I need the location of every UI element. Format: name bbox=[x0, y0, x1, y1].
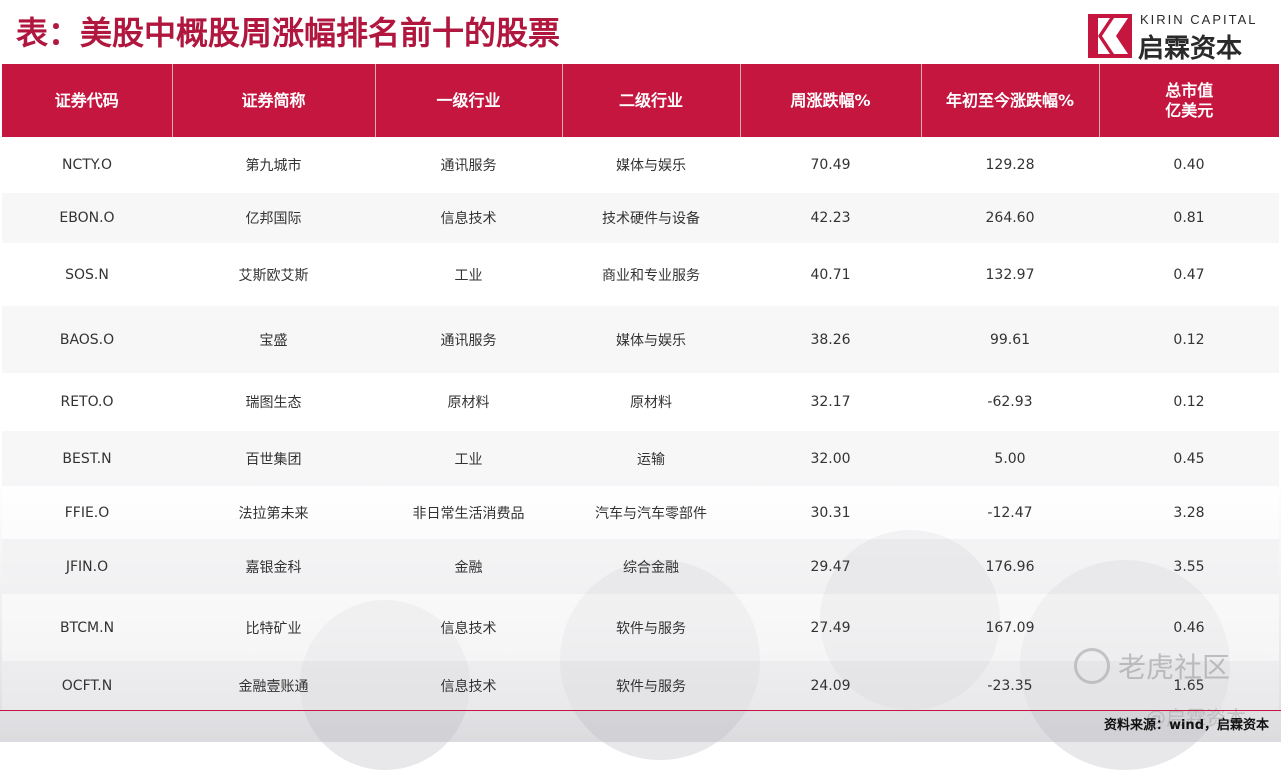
cell-code: OCFT.N bbox=[2, 661, 172, 711]
cell-name: 百世集团 bbox=[172, 431, 375, 486]
kirin-logo-icon bbox=[1088, 14, 1132, 58]
cell-primary-industry: 原材料 bbox=[375, 373, 562, 431]
cell-secondary-industry: 技术硬件与设备 bbox=[562, 193, 740, 243]
logo-chinese-name: 启霖资本 bbox=[1138, 34, 1243, 64]
cell-weekly-change: 40.71 bbox=[740, 243, 921, 306]
cell-secondary-industry: 软件与服务 bbox=[562, 594, 740, 661]
company-logo: KIRIN CAPITAL 启霖资本 bbox=[1088, 12, 1268, 64]
cell-weekly-change: 30.31 bbox=[740, 486, 921, 539]
cell-primary-industry: 信息技术 bbox=[375, 594, 562, 661]
cell-secondary-industry: 媒体与娱乐 bbox=[562, 137, 740, 193]
header-security-code: 证券代码 bbox=[2, 64, 173, 137]
table-row: RETO.O 瑞图生态 原材料 原材料 32.17 -62.93 0.12 bbox=[2, 373, 1279, 431]
cell-primary-industry: 工业 bbox=[375, 431, 562, 486]
cell-ytd-change: 132.97 bbox=[921, 243, 1099, 306]
cell-name: 艾斯欧艾斯 bbox=[172, 243, 375, 306]
cell-ytd-change: 167.09 bbox=[921, 594, 1099, 661]
cell-ytd-change: 5.00 bbox=[921, 431, 1099, 486]
source-note: 资料来源：wind，启霖资本 bbox=[1103, 718, 1269, 733]
cell-ytd-change: 176.96 bbox=[921, 539, 1099, 594]
cell-secondary-industry: 商业和专业服务 bbox=[562, 243, 740, 306]
cell-secondary-industry: 运输 bbox=[562, 431, 740, 486]
cell-name: 宝盛 bbox=[172, 306, 375, 373]
watermark: 老虎社区 bbox=[1074, 646, 1230, 687]
cell-weekly-change: 24.09 bbox=[740, 661, 921, 711]
cell-ytd-change: -23.35 bbox=[921, 661, 1099, 711]
cell-primary-industry: 信息技术 bbox=[375, 193, 562, 243]
table-row: JFIN.O 嘉银金科 金融 综合金融 29.47 176.96 3.55 bbox=[2, 539, 1279, 594]
cell-weekly-change: 38.26 bbox=[740, 306, 921, 373]
cell-code: RETO.O bbox=[2, 373, 172, 431]
cell-ytd-change: -12.47 bbox=[921, 486, 1099, 539]
stock-ranking-table: 证券代码 证券简称 一级行业 二级行业 周涨跌幅% 年初至今涨跌幅% 总市值 亿… bbox=[2, 64, 1279, 711]
header-market-cap-line2: 亿美元 bbox=[1165, 100, 1214, 120]
header-market-cap: 总市值 亿美元 bbox=[1099, 64, 1279, 137]
table-row: EBON.O 亿邦国际 信息技术 技术硬件与设备 42.23 264.60 0.81 bbox=[2, 193, 1279, 243]
cell-name: 法拉第未来 bbox=[172, 486, 375, 539]
cell-code: EBON.O bbox=[2, 193, 172, 243]
cell-name: 比特矿业 bbox=[172, 594, 375, 661]
header-primary-industry: 一级行业 bbox=[375, 64, 563, 137]
cell-name: 金融壹账通 bbox=[172, 661, 375, 711]
cell-ytd-change: 264.60 bbox=[921, 193, 1099, 243]
header-security-name: 证券简称 bbox=[172, 64, 376, 137]
cell-weekly-change: 29.47 bbox=[740, 539, 921, 594]
table-row: NCTY.O 第九城市 通讯服务 媒体与娱乐 70.49 129.28 0.40 bbox=[2, 137, 1279, 193]
cell-market-cap: 0.12 bbox=[1099, 373, 1279, 431]
cell-secondary-industry: 软件与服务 bbox=[562, 661, 740, 711]
cell-weekly-change: 27.49 bbox=[740, 594, 921, 661]
cell-market-cap: 0.45 bbox=[1099, 431, 1279, 486]
watermark-text: 老虎社区 bbox=[1118, 651, 1231, 684]
cell-market-cap: 3.28 bbox=[1099, 486, 1279, 539]
table-row: BEST.N 百世集团 工业 运输 32.00 5.00 0.45 bbox=[2, 431, 1279, 486]
cell-secondary-industry: 汽车与汽车零部件 bbox=[562, 486, 740, 539]
cell-weekly-change: 42.23 bbox=[740, 193, 921, 243]
cell-code: NCTY.O bbox=[2, 137, 172, 193]
cell-ytd-change: 129.28 bbox=[921, 137, 1099, 193]
cell-primary-industry: 通讯服务 bbox=[375, 306, 562, 373]
cell-primary-industry: 金融 bbox=[375, 539, 562, 594]
cell-ytd-change: 99.61 bbox=[921, 306, 1099, 373]
cell-primary-industry: 工业 bbox=[375, 243, 562, 306]
tiger-community-icon bbox=[1074, 648, 1110, 684]
header-market-cap-line1: 总市值 bbox=[1165, 80, 1214, 100]
cell-code: JFIN.O bbox=[2, 539, 172, 594]
header-weekly-change: 周涨跌幅% bbox=[740, 64, 922, 137]
cell-market-cap: 3.55 bbox=[1099, 539, 1279, 594]
cell-code: BAOS.O bbox=[2, 306, 172, 373]
table-row: SOS.N 艾斯欧艾斯 工业 商业和专业服务 40.71 132.97 0.47 bbox=[2, 243, 1279, 306]
table-header-row: 证券代码 证券简称 一级行业 二级行业 周涨跌幅% 年初至今涨跌幅% 总市值 亿… bbox=[2, 64, 1279, 137]
bottom-divider bbox=[0, 710, 1281, 711]
cell-weekly-change: 70.49 bbox=[740, 137, 921, 193]
cell-primary-industry: 非日常生活消费品 bbox=[375, 486, 562, 539]
cell-market-cap: 0.47 bbox=[1099, 243, 1279, 306]
cell-code: FFIE.O bbox=[2, 486, 172, 539]
table-row: FFIE.O 法拉第未来 非日常生活消费品 汽车与汽车零部件 30.31 -12.47 3.… bbox=[2, 486, 1279, 539]
cell-primary-industry: 信息技术 bbox=[375, 661, 562, 711]
cell-code: BEST.N bbox=[2, 431, 172, 486]
cell-name: 瑞图生态 bbox=[172, 373, 375, 431]
cell-name: 第九城市 bbox=[172, 137, 375, 193]
cell-weekly-change: 32.17 bbox=[740, 373, 921, 431]
cell-code: BTCM.N bbox=[2, 594, 172, 661]
cell-secondary-industry: 媒体与娱乐 bbox=[562, 306, 740, 373]
table-row: BAOS.O 宝盛 通讯服务 媒体与娱乐 38.26 99.61 0.12 bbox=[2, 306, 1279, 373]
cell-market-cap: 0.12 bbox=[1099, 306, 1279, 373]
cell-secondary-industry: 综合金融 bbox=[562, 539, 740, 594]
page-title: 表：美股中概股周涨幅排名前十的股票 bbox=[16, 14, 561, 52]
logo-english-name: KIRIN CAPITAL bbox=[1140, 12, 1258, 27]
cell-market-cap: 0.40 bbox=[1099, 137, 1279, 193]
cell-market-cap: 0.81 bbox=[1099, 193, 1279, 243]
header-ytd-change: 年初至今涨跌幅% bbox=[921, 64, 1100, 137]
cell-primary-industry: 通讯服务 bbox=[375, 137, 562, 193]
cell-weekly-change: 32.00 bbox=[740, 431, 921, 486]
cell-code: SOS.N bbox=[2, 243, 172, 306]
cell-secondary-industry: 原材料 bbox=[562, 373, 740, 431]
cell-name: 亿邦国际 bbox=[172, 193, 375, 243]
cell-ytd-change: -62.93 bbox=[921, 373, 1099, 431]
cell-name: 嘉银金科 bbox=[172, 539, 375, 594]
header-secondary-industry: 二级行业 bbox=[562, 64, 741, 137]
